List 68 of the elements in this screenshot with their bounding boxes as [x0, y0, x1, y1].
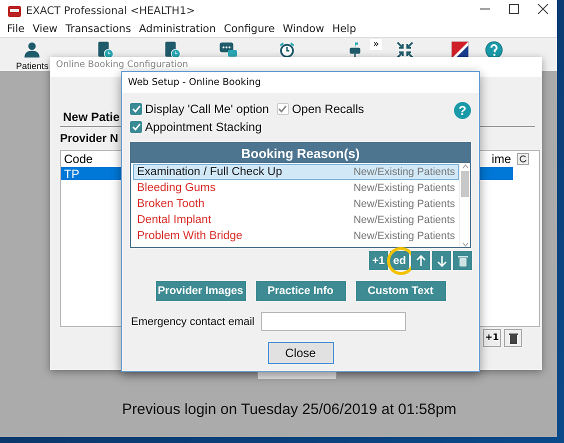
app-logo-icon: [8, 4, 21, 16]
chat-icon[interactable]: [219, 41, 237, 59]
move-up-button[interactable]: [411, 251, 430, 270]
reason-name: Problem With Bridge: [137, 230, 242, 242]
patient-type: New/Existing Patients: [353, 166, 455, 178]
table-cell: TP: [64, 166, 80, 180]
column-header: ime: [492, 152, 511, 166]
patient-type: New/Existing Patients: [353, 182, 455, 194]
trash-icon: [508, 332, 518, 344]
overflow-chevron[interactable]: »: [370, 39, 382, 50]
menu-item[interactable]: Help: [328, 22, 360, 34]
email-field[interactable]: [260, 312, 406, 331]
list-row[interactable]: Broken Tooth New/Existing Patients: [133, 196, 459, 212]
delete-button[interactable]: [504, 329, 522, 347]
checkbox[interactable]: [130, 103, 142, 115]
check-icon: [132, 123, 140, 131]
compress-icon[interactable]: [396, 41, 414, 59]
add-button[interactable]: +1: [483, 329, 501, 347]
section-heading: Provider N: [60, 133, 118, 145]
flag-logo-icon[interactable]: [451, 41, 469, 59]
panel-header: Booking Reason(s): [131, 143, 470, 163]
reason-name: Examination / Full Check Up: [137, 166, 282, 178]
trash-icon: [458, 254, 468, 266]
alarm-clock-icon[interactable]: [278, 41, 296, 59]
menu-item[interactable]: View: [28, 22, 62, 34]
patient-type: New/Existing Patients: [353, 230, 455, 242]
menu-item[interactable]: Window: [278, 22, 328, 34]
toolbar-label[interactable]: Patients: [16, 61, 49, 71]
list-button[interactable]: ed: [390, 251, 409, 270]
scrollbar[interactable]: [459, 164, 470, 247]
list-row[interactable]: Examination / Full Check Up New/Existing Patients: [133, 164, 459, 180]
action-button[interactable]: Practice Info: [256, 281, 346, 301]
checkbox-label: Appointment Stacking: [145, 120, 262, 134]
scroll-thumb[interactable]: [461, 171, 469, 197]
dialog-title: Web Setup - Online Booking: [122, 72, 479, 93]
patient-type: New/Existing Patients: [353, 198, 455, 210]
window-title: EXACT Professional <HEALTH1>: [26, 4, 196, 16]
menu-item[interactable]: Configure: [220, 22, 279, 34]
refresh-icon[interactable]: [517, 153, 529, 165]
down-arrow-icon: [436, 254, 446, 266]
check-icon: [132, 105, 140, 113]
list-row[interactable]: Bleeding Gums New/Existing Patients: [133, 180, 459, 196]
menu-item[interactable]: File: [3, 22, 29, 34]
up-arrow-icon: [416, 254, 426, 266]
patient-type: New/Existing Patients: [353, 214, 455, 226]
list-row[interactable]: Dental Implant New/Existing Patients: [133, 212, 459, 228]
reason-name: Broken Tooth: [137, 198, 205, 210]
maximize-button[interactable]: [508, 4, 518, 14]
menu-item[interactable]: Transactions: [62, 22, 136, 34]
action-button[interactable]: Custom Text: [356, 281, 446, 301]
list-button[interactable]: +1: [369, 251, 388, 270]
menu-item[interactable]: Administration: [135, 22, 220, 34]
checkbox-label: Open Recalls: [292, 102, 364, 116]
field-label: Emergency contact email: [131, 316, 254, 328]
close-button[interactable]: [538, 4, 548, 14]
move-down-button[interactable]: [432, 251, 451, 270]
action-button[interactable]: Provider Images: [156, 281, 246, 301]
previous-login-text: Previous login on Tuesday 25/06/2019 at 01:58pm: [122, 401, 458, 418]
reason-name: Bleeding Gums: [137, 182, 216, 194]
close-button[interactable]: Close: [268, 342, 334, 364]
checkbox[interactable]: [130, 121, 142, 133]
checkbox-label: Display 'Call Me' option: [145, 102, 269, 116]
check-icon: [278, 105, 288, 113]
person-icon[interactable]: [23, 41, 42, 59]
column-header: Code: [64, 152, 93, 166]
reason-name: Dental Implant: [137, 214, 212, 226]
list-row[interactable]: Problem With Bridge New/Existing Patients: [133, 228, 459, 244]
tab[interactable]: New Patie: [63, 110, 120, 124]
